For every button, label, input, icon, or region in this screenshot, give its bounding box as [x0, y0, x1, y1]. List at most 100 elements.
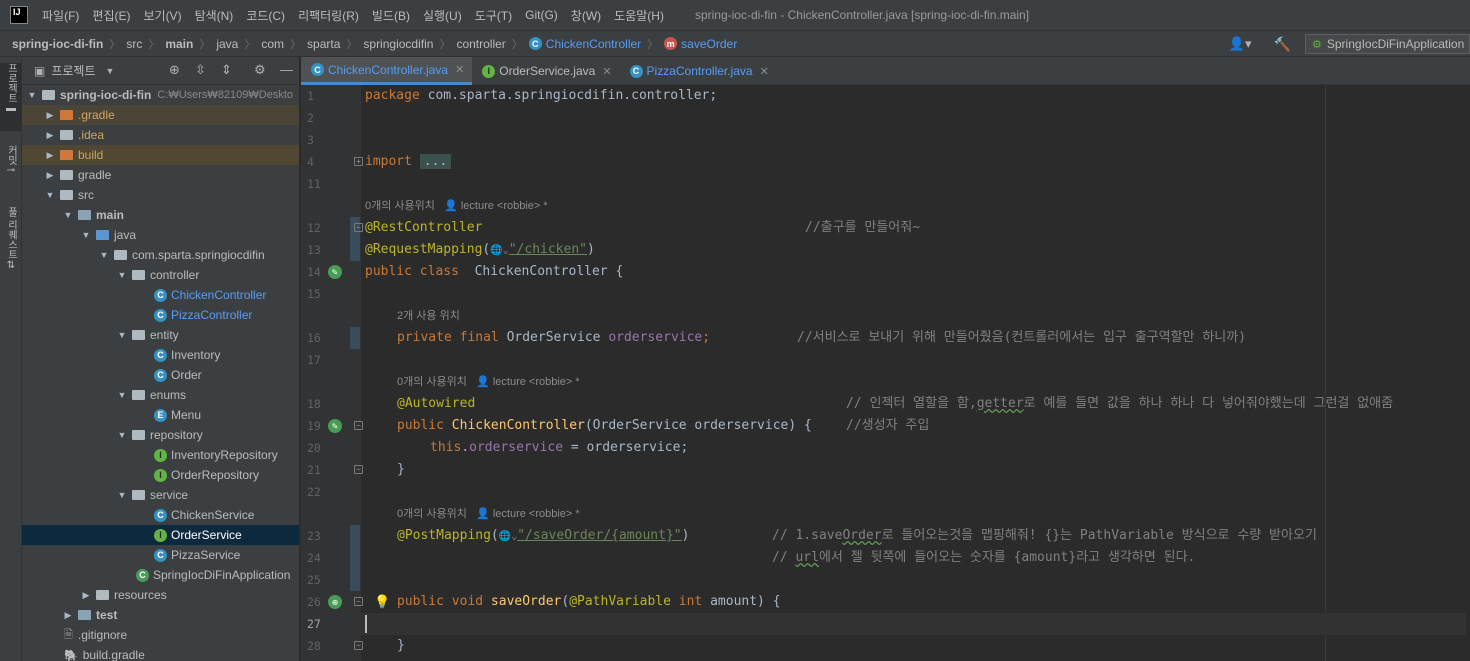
tree-item-pizzacontroller[interactable]: C PizzaController	[22, 305, 299, 325]
tree-item-gitignore[interactable]: 🗎 .gitignore	[22, 625, 299, 645]
breadcrumb-item[interactable]: java	[216, 37, 238, 51]
tree-item-inventory[interactable]: C Inventory	[22, 345, 299, 365]
tab-chickencontroller[interactable]: C ChickenController.java ✕	[301, 57, 473, 85]
breadcrumb-item[interactable]: controller	[456, 37, 505, 51]
tree-item-java[interactable]: ▼ java	[22, 225, 299, 245]
chevron-down-icon[interactable]: ▼	[98, 250, 110, 260]
tree-item-controller[interactable]: ▼ controller	[22, 265, 299, 285]
tree-item-project[interactable]: ▼ spring-ioc-di-fin C:₩Users₩82109₩Deskt…	[22, 85, 299, 105]
chevron-down-icon[interactable]: ▼	[26, 90, 38, 100]
chevron-right-icon[interactable]: ▶	[44, 170, 56, 181]
chevron-right-icon[interactable]: ▶	[62, 610, 74, 621]
tree-item-idea[interactable]: ▶ .idea	[22, 125, 299, 145]
breadcrumb-item[interactable]: src	[126, 37, 142, 51]
tree-item-test[interactable]: ▶ test	[22, 605, 299, 625]
chevron-down-icon[interactable]: ▼	[44, 190, 56, 200]
project-panel-title[interactable]: 프로젝트	[51, 62, 95, 79]
collapse-all-icon[interactable]: ⇕	[221, 62, 232, 78]
tree-item-chickencontroller[interactable]: C ChickenController	[22, 285, 299, 305]
fold-expand-icon[interactable]: +	[354, 157, 363, 166]
tree-item-menu[interactable]: E Menu	[22, 405, 299, 425]
menu-view[interactable]: 보기(V)	[143, 7, 181, 24]
tree-item-application[interactable]: C SpringIocDiFinApplication	[22, 565, 299, 585]
fold-collapse-icon[interactable]: −	[354, 223, 363, 232]
chevron-down-icon[interactable]: ▼	[116, 330, 128, 340]
user-icon[interactable]: 👤▾	[1229, 36, 1252, 52]
chevron-down-icon[interactable]: ▼	[80, 230, 92, 240]
tree-item-repository[interactable]: ▼ repository	[22, 425, 299, 445]
hammer-icon[interactable]: 🔨	[1274, 36, 1291, 53]
menu-file[interactable]: 파일(F)	[42, 7, 79, 24]
chevron-down-icon[interactable]: ▼	[116, 270, 128, 280]
tree-item-inventoryrepository[interactable]: I InventoryRepository	[22, 445, 299, 465]
tree-item-src[interactable]: ▼ src	[22, 185, 299, 205]
menu-git[interactable]: Git(G)	[525, 8, 558, 22]
breadcrumb-item[interactable]: saveOrder	[681, 37, 737, 51]
tree-item-chickenservice[interactable]: C ChickenService	[22, 505, 299, 525]
tree-item-package-root[interactable]: ▼ com.sparta.springiocdifin	[22, 245, 299, 265]
lightbulb-icon[interactable]: 💡	[374, 594, 390, 610]
close-icon[interactable]: ✕	[602, 65, 611, 78]
breadcrumb-item[interactable]: com	[261, 37, 284, 51]
chevron-right-icon[interactable]: ▶	[80, 590, 92, 601]
code-editor[interactable]: 1 2 3 4 + 11 12− 13 14 ✎ 15 16 17 18 19 ✎ − …	[301, 85, 1470, 661]
tab-pizzacontroller[interactable]: C PizzaController.java ✕	[620, 57, 777, 85]
menu-window[interactable]: 창(W)	[571, 7, 601, 24]
menu-navigate[interactable]: 탐색(N)	[195, 7, 234, 24]
gear-icon[interactable]: ⚙	[254, 62, 266, 78]
chevron-down-icon[interactable]: ▼	[116, 390, 128, 400]
chevron-right-icon[interactable]: ▶	[44, 130, 56, 141]
tree-item-pizzaservice[interactable]: C PizzaService	[22, 545, 299, 565]
project-tool-button[interactable]: 프로젝트 ▬	[0, 63, 22, 131]
usage-hint[interactable]: 0개의 사용위치 👤 lecture <robbie> *	[397, 371, 580, 393]
tree-item-orderrepository[interactable]: I OrderRepository	[22, 465, 299, 485]
folded-imports[interactable]: ...	[419, 154, 452, 169]
spring-bean-icon[interactable]: ✎	[328, 265, 342, 279]
chevron-down-icon[interactable]: ▼	[116, 430, 128, 440]
menu-edit[interactable]: 편집(E)	[92, 7, 130, 24]
spring-bean-icon[interactable]: ✎	[328, 419, 342, 433]
tree-item-build-gradle[interactable]: 🐘 build.gradle	[22, 645, 299, 661]
close-icon[interactable]: ✕	[760, 65, 769, 78]
tree-item-resources[interactable]: ▶ resources	[22, 585, 299, 605]
fold-end-icon[interactable]: −	[354, 641, 363, 650]
run-configuration-selector[interactable]: ⚙ SpringIocDiFinApplication	[1305, 34, 1470, 54]
menu-code[interactable]: 코드(C)	[246, 7, 285, 24]
breadcrumb-item[interactable]: sparta	[307, 37, 340, 51]
locate-icon[interactable]: ⊕	[169, 62, 180, 78]
fold-collapse-icon[interactable]: −	[354, 421, 363, 430]
menu-run[interactable]: 실행(U)	[423, 7, 462, 24]
tree-item-entity[interactable]: ▼ entity	[22, 325, 299, 345]
tree-item-main[interactable]: ▼ main	[22, 205, 299, 225]
chevron-down-icon[interactable]: ▼	[62, 210, 74, 220]
usage-hint[interactable]: 0개의 사용위치 👤 lecture <robbie> *	[397, 503, 580, 525]
usage-hint[interactable]: 0개의 사용위치 👤 lecture <robbie> *	[365, 195, 548, 217]
tree-item-gradle-cache[interactable]: ▶ .gradle	[22, 105, 299, 125]
chevron-right-icon[interactable]: ▶	[44, 150, 56, 161]
usage-hint[interactable]: 2개 사용 위치	[397, 305, 460, 327]
fold-end-icon[interactable]: −	[354, 465, 363, 474]
fold-collapse-icon[interactable]: −	[354, 597, 363, 606]
menu-tools[interactable]: 도구(T)	[475, 7, 512, 24]
minimize-icon[interactable]: —	[280, 62, 293, 77]
tree-item-service[interactable]: ▼ service	[22, 485, 299, 505]
pull-requests-tool-button[interactable]: 풀 리퀘스트 ⇅	[0, 207, 22, 283]
tree-item-build[interactable]: ▶ build	[22, 145, 299, 165]
breadcrumb-item[interactable]: spring-ioc-di-fin	[12, 37, 103, 51]
tree-item-gradle[interactable]: ▶ gradle	[22, 165, 299, 185]
commit-tool-button[interactable]: 커밋 ⊸	[0, 145, 22, 189]
breadcrumb-item[interactable]: ChickenController	[546, 37, 641, 51]
chevron-down-icon[interactable]: ▼	[106, 66, 115, 76]
chevron-down-icon[interactable]: ▼	[116, 490, 128, 500]
tree-item-enums[interactable]: ▼ enums	[22, 385, 299, 405]
expand-all-icon[interactable]: ⇳	[195, 62, 206, 78]
menu-help[interactable]: 도움말(H)	[614, 7, 664, 24]
web-endpoint-icon[interactable]: ⊕	[328, 595, 342, 609]
close-icon[interactable]: ✕	[455, 63, 464, 76]
chevron-right-icon[interactable]: ▶	[44, 110, 56, 121]
breadcrumb-item[interactable]: springiocdifin	[363, 37, 433, 51]
breadcrumb-item[interactable]: main	[165, 37, 193, 51]
menu-build[interactable]: 빌드(B)	[372, 7, 410, 24]
intellij-logo-icon[interactable]: IJ	[10, 6, 28, 24]
tab-orderservice[interactable]: I OrderService.java ✕	[472, 57, 619, 85]
